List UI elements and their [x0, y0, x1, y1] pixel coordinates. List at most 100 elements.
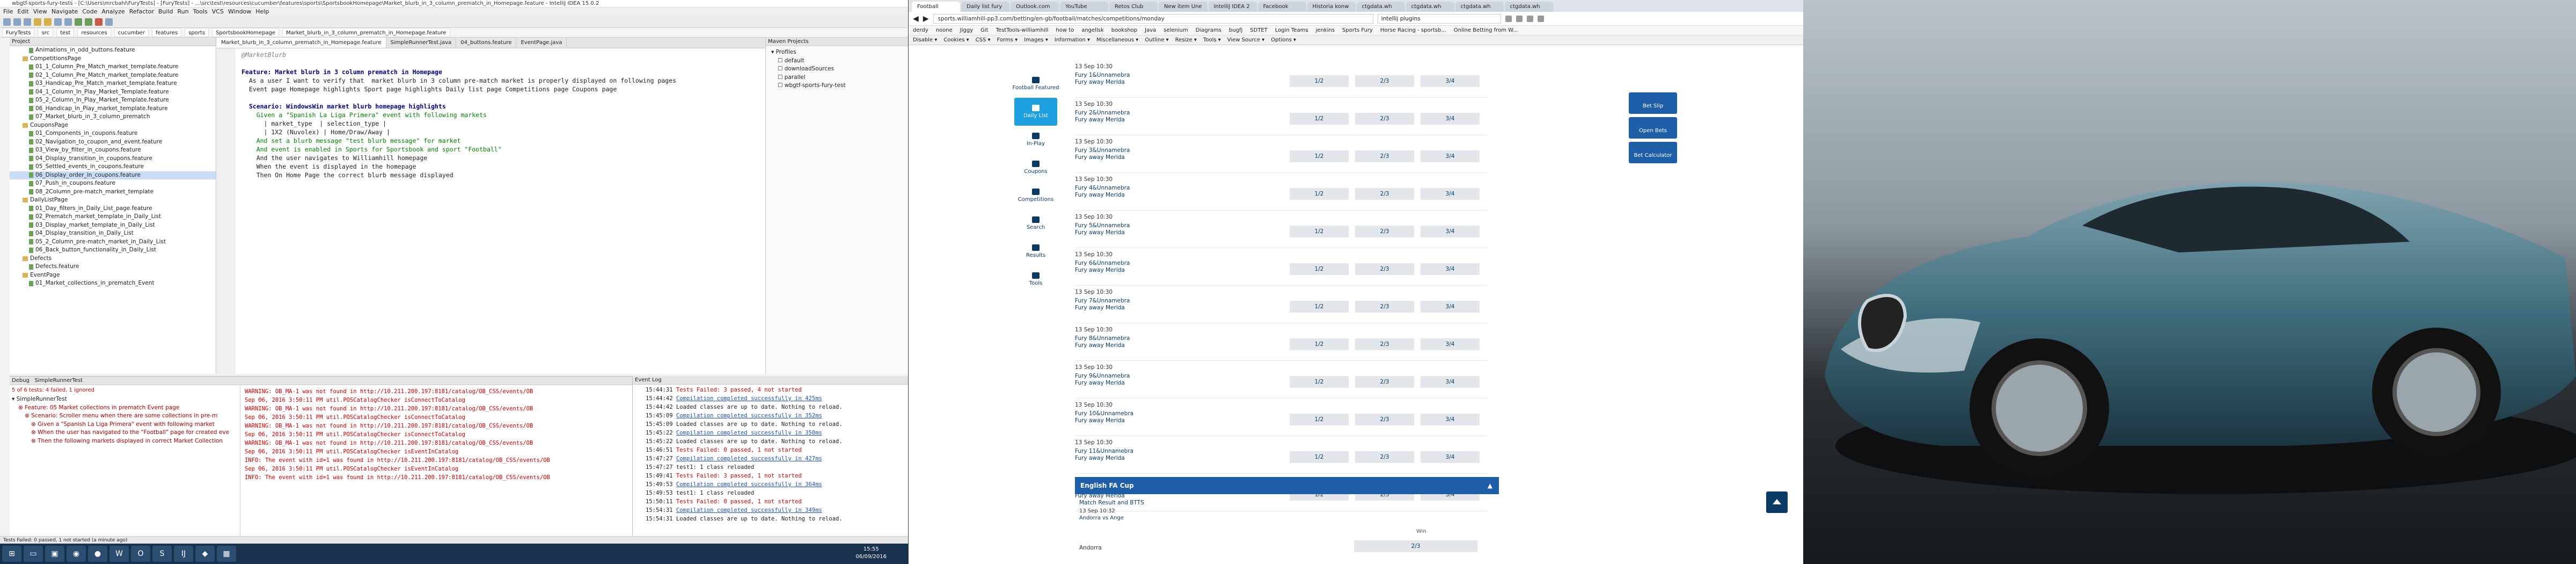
tree-item[interactable]: 06_Handicap_In_Play_market_template.feat…	[10, 105, 216, 113]
betslip-button[interactable]: Bet Calculator	[1629, 142, 1677, 163]
cut-icon[interactable]	[34, 18, 41, 26]
breadcrumb-item[interactable]: SportsbookHomepage	[212, 28, 279, 37]
browser-tab[interactable]: YouTube	[1060, 2, 1108, 12]
maven-profile[interactable]: ☐ default	[771, 57, 908, 66]
odds-button[interactable]: 3/4	[1421, 75, 1480, 87]
test-node[interactable]: ⊗ Then the following markets displayed i…	[12, 437, 238, 446]
editor-tab[interactable]: EventPage.java	[516, 38, 567, 48]
odds-button[interactable]: 2/3	[1355, 75, 1414, 87]
browser-tab[interactable]: Historia konw	[1307, 2, 1356, 12]
match-teams[interactable]: Andorra vs Ange	[1075, 514, 1499, 521]
word-icon[interactable]: W	[109, 546, 129, 562]
browser-tab[interactable]: New item Une	[1159, 2, 1208, 12]
code-area[interactable]: @MarketBlurb Feature: Market blurb in 3 c…	[241, 50, 760, 179]
match-teams[interactable]: Fury 3&Unnamebra Fury away Merida	[1075, 147, 1130, 161]
odds-button[interactable]: 1/2	[1290, 150, 1349, 162]
webdev-menu-item[interactable]: Disable ▾	[913, 35, 937, 45]
tree-item[interactable]: 02_Navigation_to_coupon_and_event.featur…	[10, 138, 216, 147]
breadcrumb-item[interactable]: test	[56, 28, 75, 37]
breadcrumb-item[interactable]: cucumber	[114, 28, 149, 37]
settings-icon[interactable]	[105, 18, 113, 26]
browser-tab[interactable]: ctgdata.wh	[1406, 2, 1454, 12]
odds-button[interactable]: 1/2	[1290, 75, 1349, 87]
taskbar-clock[interactable]: 15:55 06/09/2016	[855, 546, 887, 561]
debug-icon[interactable]	[85, 18, 92, 26]
tree-item[interactable]: 01_Day_filters_in_Daily_List_page.featur…	[10, 205, 216, 213]
tree-item[interactable]: 04_1_Column_In_Play_Market_Template.feat…	[10, 88, 216, 97]
intellij-icon[interactable]: IJ	[174, 546, 193, 562]
menu-item[interactable]: Analyze	[101, 8, 125, 16]
run-icon[interactable]	[75, 18, 82, 26]
menu-item[interactable]: Navigate	[52, 8, 78, 16]
bookmark-item[interactable]: Git	[980, 26, 988, 35]
odds-button[interactable]: 1/2	[1290, 188, 1349, 200]
tree-item[interactable]: Defects.feature	[10, 263, 216, 271]
menu-item[interactable]: Code	[82, 8, 97, 16]
outlook-icon[interactable]: O	[131, 546, 150, 562]
url-bar[interactable]: sports.williamhill-pp3.com/betting/en-gb…	[933, 13, 1373, 24]
tree-item[interactable]: 05_2_Column_pre-match_market_in_Daily_Li…	[10, 238, 216, 247]
tree-item[interactable]: CompetitionsPage	[10, 55, 216, 63]
odds-button[interactable]: 1/2	[1290, 376, 1349, 388]
bookmark-item[interactable]: Java	[1145, 26, 1156, 35]
nav-item[interactable]: In-Play	[1011, 126, 1060, 154]
tree-item[interactable]: 07_Market_blurb_in_3_column_prematch	[10, 113, 216, 121]
odds-button[interactable]: 1/2	[1290, 414, 1349, 425]
browser-tab[interactable]: Retos Club	[1109, 2, 1158, 12]
odds-button[interactable]: 3/4	[1421, 226, 1480, 237]
match-teams[interactable]: Fury 1&Unnamebra Fury away Merida	[1075, 72, 1130, 86]
odds-button[interactable]: 1/2	[1290, 338, 1349, 350]
menu-item[interactable]: Refactor	[129, 8, 154, 16]
downloads-icon[interactable]	[1516, 15, 1523, 22]
explorer-icon[interactable]: ▭	[24, 546, 43, 562]
bookmark-item[interactable]: angellsk	[1081, 26, 1104, 35]
maven-profile[interactable]: ☐ downloadSources	[771, 65, 908, 74]
odds-button[interactable]: 1/2	[1290, 451, 1349, 463]
tree-item[interactable]: 04_Display_transition_in_coupons.feature	[10, 155, 216, 163]
tree-item[interactable]: 03_Handicap_Pre_Match_market_template.fe…	[10, 79, 216, 88]
test-node[interactable]: ⊗ When the user has navigated to the "Fo…	[12, 429, 238, 437]
nav-item[interactable]: Football Featured	[1011, 70, 1060, 98]
webdev-menu-item[interactable]: Images ▾	[1024, 35, 1048, 45]
nav-item[interactable]: Tools	[1011, 265, 1060, 293]
bookmark-item[interactable]: Jiggy	[960, 26, 973, 35]
tree-item[interactable]: 04_Display_transition_in_Daily_List	[10, 229, 216, 238]
match-teams[interactable]: Fury 5&Unnamebra Fury away Merida	[1075, 222, 1130, 236]
breadcrumb-item[interactable]: src	[38, 28, 54, 37]
odds-button[interactable]: 2/3	[1355, 376, 1414, 388]
odds-button[interactable]: 3/4	[1421, 376, 1480, 388]
bookmark-item[interactable]: jenkins	[1316, 26, 1335, 35]
bookmark-item[interactable]: selenium	[1163, 26, 1188, 35]
event-text[interactable]: Compilation completed successfully in 34…	[676, 507, 822, 514]
match-teams[interactable]: Fury 6&Unnamebra Fury away Merida	[1075, 260, 1130, 274]
webdev-menu-item[interactable]: Resize ▾	[1175, 35, 1197, 45]
browser-tab[interactable]: Outlook.com	[1011, 2, 1059, 12]
tree-item[interactable]: 02_Prematch_market_template_in_Daily_Lis…	[10, 213, 216, 221]
test-node[interactable]: ⊗ Given a "Spanish La Liga Primera" even…	[12, 421, 238, 429]
webdev-menu-item[interactable]: Forms ▾	[997, 35, 1018, 45]
folder-icon[interactable]: ▣	[45, 546, 64, 562]
bookmark-item[interactable]: how to	[1056, 26, 1074, 35]
scroll-to-top-button[interactable]	[1766, 491, 1788, 513]
bookmark-item[interactable]: Horse Racing - sportsb...	[1380, 26, 1446, 35]
tree-item[interactable]: DailyListPage	[10, 196, 216, 205]
maven-profile[interactable]: ▾ Profiles	[771, 48, 908, 57]
odds-button[interactable]: 2/3	[1355, 150, 1414, 162]
match-teams[interactable]: Fury 4&Unnamebra Fury away Merida	[1075, 185, 1130, 199]
odds-button[interactable]: 1/2	[1290, 263, 1349, 275]
odds-button[interactable]: 2/3	[1355, 338, 1414, 350]
event-text[interactable]: Compilation completed successfully in 36…	[676, 481, 822, 488]
odds-button[interactable]: 1/2	[1290, 226, 1349, 237]
forward-icon[interactable]: ▶	[923, 15, 929, 23]
tree-item[interactable]: 02_1_Column_Pre_Match_market_template.fe…	[10, 71, 216, 80]
webdev-menu-item[interactable]: Cookies ▾	[943, 35, 969, 45]
odds-button[interactable]: 1/2	[1290, 113, 1349, 125]
webdev-menu-item[interactable]: CSS ▾	[976, 35, 991, 45]
bookmark-item[interactable]: Online Betting from W...	[1454, 26, 1518, 35]
webdev-menu-item[interactable]: Information ▾	[1055, 35, 1090, 45]
match-teams[interactable]: Fury 2&Unnamebra Fury away Merida	[1075, 110, 1130, 124]
nav-item[interactable]: Search	[1011, 209, 1060, 237]
webdev-menu-item[interactable]: Tools ▾	[1203, 35, 1221, 45]
open-icon[interactable]	[3, 18, 11, 26]
odds-button[interactable]: 2/3	[1355, 451, 1414, 463]
